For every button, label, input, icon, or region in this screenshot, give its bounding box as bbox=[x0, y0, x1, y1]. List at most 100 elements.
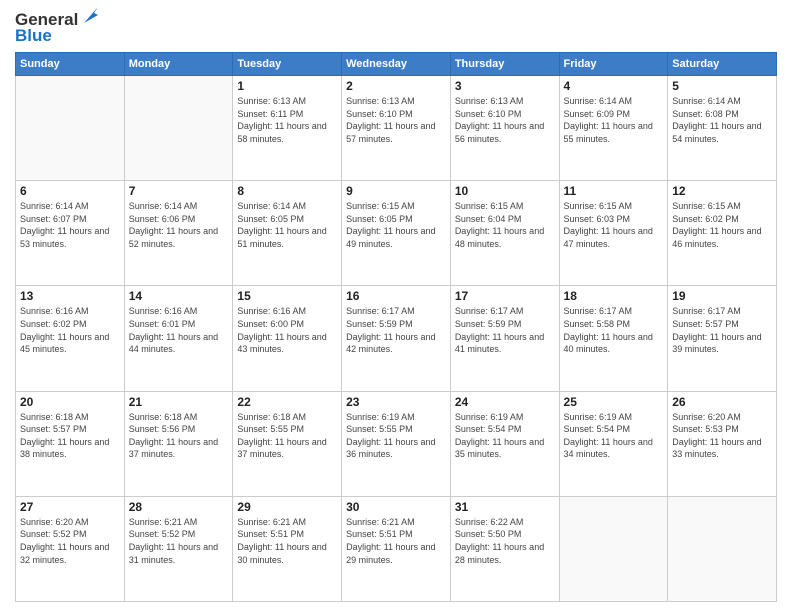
day-number: 30 bbox=[346, 500, 446, 514]
day-number: 4 bbox=[564, 79, 664, 93]
day-cell: 9Sunrise: 6:15 AMSunset: 6:05 PMDaylight… bbox=[342, 181, 451, 286]
day-cell: 26 Sunrise: 6:20 AMSunset: 5:53 PMDayligh… bbox=[668, 391, 777, 496]
day-cell: 20 Sunrise: 6:18 AMSunset: 5:57 PMDayligh… bbox=[16, 391, 125, 496]
day-info: Sunrise: 6:16 AMSunset: 6:01 PMDaylight:… bbox=[129, 305, 229, 355]
day-number: 25 bbox=[564, 395, 664, 409]
day-cell: 7Sunrise: 6:14 AMSunset: 6:06 PMDaylight… bbox=[124, 181, 233, 286]
day-cell: 31 Sunrise: 6:22 AMSunset: 5:50 PMDayligh… bbox=[450, 496, 559, 601]
day-number: 15 bbox=[237, 289, 337, 303]
day-cell: 4 Sunrise: 6:14 AMSunset: 6:09 PMDaylight… bbox=[559, 76, 668, 181]
day-info: Sunrise: 6:14 AMSunset: 6:05 PMDaylight:… bbox=[237, 200, 337, 250]
day-cell: 23Sunrise: 6:19 AMSunset: 5:55 PMDayligh… bbox=[342, 391, 451, 496]
calendar-table: SundayMondayTuesdayWednesdayThursdayFrid… bbox=[15, 52, 777, 602]
day-info: Sunrise: 6:17 AMSunset: 5:58 PMDaylight:… bbox=[564, 305, 664, 355]
day-number: 29 bbox=[237, 500, 337, 514]
day-cell bbox=[16, 76, 125, 181]
day-number: 3 bbox=[455, 79, 555, 93]
day-info: Sunrise: 6:17 AMSunset: 5:59 PMDaylight:… bbox=[455, 305, 555, 355]
weekday-header-row: SundayMondayTuesdayWednesdayThursdayFrid… bbox=[16, 53, 777, 76]
day-number: 11 bbox=[564, 184, 664, 198]
day-cell: 30 Sunrise: 6:21 AMSunset: 5:51 PMDayligh… bbox=[342, 496, 451, 601]
week-row-4: 20 Sunrise: 6:18 AMSunset: 5:57 PMDayligh… bbox=[16, 391, 777, 496]
day-number: 21 bbox=[129, 395, 229, 409]
day-number: 18 bbox=[564, 289, 664, 303]
week-row-2: 6 Sunrise: 6:14 AMSunset: 6:07 PMDaylight… bbox=[16, 181, 777, 286]
day-cell: 8 Sunrise: 6:14 AMSunset: 6:05 PMDaylight… bbox=[233, 181, 342, 286]
day-number: 19 bbox=[672, 289, 772, 303]
day-info: Sunrise: 6:21 AMSunset: 5:52 PMDaylight:… bbox=[129, 516, 229, 566]
day-info: Sunrise: 6:20 AMSunset: 5:52 PMDaylight:… bbox=[20, 516, 120, 566]
day-number: 8 bbox=[237, 184, 337, 198]
weekday-saturday: Saturday bbox=[668, 53, 777, 76]
day-info: Sunrise: 6:13 AMSunset: 6:10 PMDaylight:… bbox=[455, 95, 555, 145]
day-cell: 18 Sunrise: 6:17 AMSunset: 5:58 PMDayligh… bbox=[559, 286, 668, 391]
day-info: Sunrise: 6:13 AMSunset: 6:11 PMDaylight:… bbox=[237, 95, 337, 145]
day-info: Sunrise: 6:13 AMSunset: 6:10 PMDaylight:… bbox=[346, 95, 446, 145]
day-cell: 14 Sunrise: 6:16 AMSunset: 6:01 PMDayligh… bbox=[124, 286, 233, 391]
day-info: Sunrise: 6:16 AMSunset: 6:02 PMDaylight:… bbox=[20, 305, 120, 355]
day-number: 6 bbox=[20, 184, 120, 198]
weekday-wednesday: Wednesday bbox=[342, 53, 451, 76]
day-number: 31 bbox=[455, 500, 555, 514]
day-cell: 6 Sunrise: 6:14 AMSunset: 6:07 PMDaylight… bbox=[16, 181, 125, 286]
day-info: Sunrise: 6:17 AMSunset: 5:57 PMDaylight:… bbox=[672, 305, 772, 355]
day-info: Sunrise: 6:14 AMSunset: 6:06 PMDaylight:… bbox=[129, 200, 229, 250]
day-cell: 2 Sunrise: 6:13 AMSunset: 6:10 PMDaylight… bbox=[342, 76, 451, 181]
day-number: 20 bbox=[20, 395, 120, 409]
day-info: Sunrise: 6:15 AMSunset: 6:04 PMDaylight:… bbox=[455, 200, 555, 250]
weekday-thursday: Thursday bbox=[450, 53, 559, 76]
day-info: Sunrise: 6:15 AMSunset: 6:05 PMDaylight:… bbox=[346, 200, 446, 250]
day-info: Sunrise: 6:20 AMSunset: 5:53 PMDaylight:… bbox=[672, 411, 772, 461]
weekday-sunday: Sunday bbox=[16, 53, 125, 76]
day-info: Sunrise: 6:21 AMSunset: 5:51 PMDaylight:… bbox=[346, 516, 446, 566]
day-cell bbox=[668, 496, 777, 601]
day-number: 27 bbox=[20, 500, 120, 514]
day-info: Sunrise: 6:14 AMSunset: 6:09 PMDaylight:… bbox=[564, 95, 664, 145]
week-row-3: 13 Sunrise: 6:16 AMSunset: 6:02 PMDayligh… bbox=[16, 286, 777, 391]
day-cell: 22 Sunrise: 6:18 AMSunset: 5:55 PMDayligh… bbox=[233, 391, 342, 496]
logo-icon bbox=[80, 5, 102, 27]
day-number: 1 bbox=[237, 79, 337, 93]
header: General Blue bbox=[15, 10, 777, 46]
day-cell: 3 Sunrise: 6:13 AMSunset: 6:10 PMDaylight… bbox=[450, 76, 559, 181]
day-info: Sunrise: 6:21 AMSunset: 5:51 PMDaylight:… bbox=[237, 516, 337, 566]
day-cell bbox=[124, 76, 233, 181]
week-row-5: 27 Sunrise: 6:20 AMSunset: 5:52 PMDayligh… bbox=[16, 496, 777, 601]
day-info: Sunrise: 6:22 AMSunset: 5:50 PMDaylight:… bbox=[455, 516, 555, 566]
day-cell: 28 Sunrise: 6:21 AMSunset: 5:52 PMDayligh… bbox=[124, 496, 233, 601]
day-cell: 19 Sunrise: 6:17 AMSunset: 5:57 PMDayligh… bbox=[668, 286, 777, 391]
day-number: 10 bbox=[455, 184, 555, 198]
day-number: 17 bbox=[455, 289, 555, 303]
week-row-1: 1 Sunrise: 6:13 AMSunset: 6:11 PMDaylight… bbox=[16, 76, 777, 181]
day-number: 5 bbox=[672, 79, 772, 93]
day-cell: 13 Sunrise: 6:16 AMSunset: 6:02 PMDayligh… bbox=[16, 286, 125, 391]
day-number: 16 bbox=[346, 289, 446, 303]
day-info: Sunrise: 6:14 AMSunset: 6:07 PMDaylight:… bbox=[20, 200, 120, 250]
day-info: Sunrise: 6:18 AMSunset: 5:56 PMDaylight:… bbox=[129, 411, 229, 461]
day-number: 24 bbox=[455, 395, 555, 409]
weekday-friday: Friday bbox=[559, 53, 668, 76]
day-info: Sunrise: 6:19 AMSunset: 5:54 PMDaylight:… bbox=[564, 411, 664, 461]
day-info: Sunrise: 6:18 AMSunset: 5:57 PMDaylight:… bbox=[20, 411, 120, 461]
day-info: Sunrise: 6:15 AMSunset: 6:03 PMDaylight:… bbox=[564, 200, 664, 250]
day-number: 12 bbox=[672, 184, 772, 198]
day-number: 28 bbox=[129, 500, 229, 514]
day-number: 14 bbox=[129, 289, 229, 303]
day-cell: 21 Sunrise: 6:18 AMSunset: 5:56 PMDayligh… bbox=[124, 391, 233, 496]
day-info: Sunrise: 6:14 AMSunset: 6:08 PMDaylight:… bbox=[672, 95, 772, 145]
day-info: Sunrise: 6:19 AMSunset: 5:54 PMDaylight:… bbox=[455, 411, 555, 461]
day-cell: 15 Sunrise: 6:16 AMSunset: 6:00 PMDayligh… bbox=[233, 286, 342, 391]
day-info: Sunrise: 6:17 AMSunset: 5:59 PMDaylight:… bbox=[346, 305, 446, 355]
day-number: 13 bbox=[20, 289, 120, 303]
day-cell bbox=[559, 496, 668, 601]
day-cell: 24 Sunrise: 6:19 AMSunset: 5:54 PMDayligh… bbox=[450, 391, 559, 496]
day-info: Sunrise: 6:16 AMSunset: 6:00 PMDaylight:… bbox=[237, 305, 337, 355]
day-number: 26 bbox=[672, 395, 772, 409]
day-number: 22 bbox=[237, 395, 337, 409]
logo: General Blue bbox=[15, 10, 102, 46]
day-cell: 1 Sunrise: 6:13 AMSunset: 6:11 PMDaylight… bbox=[233, 76, 342, 181]
day-number: 2 bbox=[346, 79, 446, 93]
day-cell: 11 Sunrise: 6:15 AMSunset: 6:03 PMDayligh… bbox=[559, 181, 668, 286]
weekday-tuesday: Tuesday bbox=[233, 53, 342, 76]
day-info: Sunrise: 6:18 AMSunset: 5:55 PMDaylight:… bbox=[237, 411, 337, 461]
